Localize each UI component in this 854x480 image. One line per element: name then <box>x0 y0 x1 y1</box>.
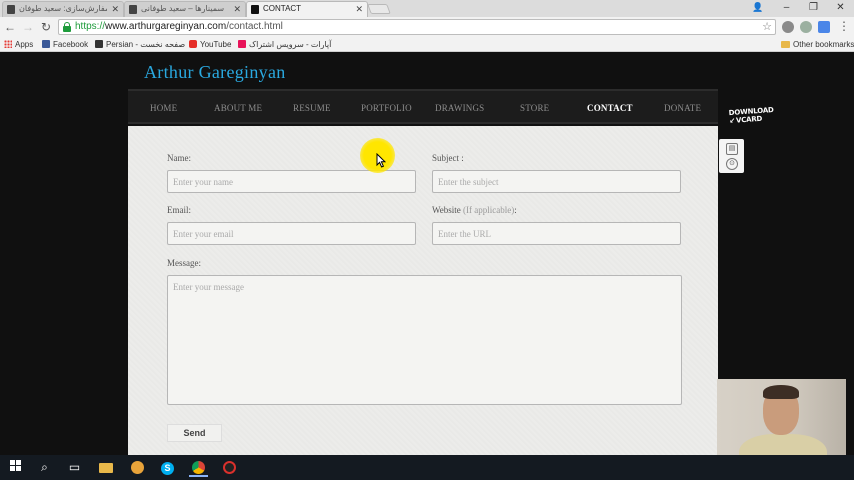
bookmark-label: Apps <box>15 40 34 49</box>
vcard-line-2: VCARD <box>735 114 763 125</box>
message-textarea[interactable] <box>167 275 682 405</box>
youtube-icon <box>189 40 197 48</box>
extension-icon[interactable] <box>800 21 812 33</box>
website-label: Website (If applicable): <box>432 205 517 215</box>
vcard-widget[interactable]: ▤ ⊙ <box>719 139 744 173</box>
email-label: Email: <box>167 205 191 215</box>
name-input[interactable] <box>167 170 416 193</box>
skype-icon[interactable]: S <box>158 458 177 477</box>
bookmark-star-icon[interactable]: ☆ <box>762 20 772 33</box>
folder-icon <box>781 41 790 48</box>
reload-icon[interactable]: ↻ <box>38 19 54 35</box>
close-icon[interactable]: ✕ <box>355 2 363 16</box>
nav-resume[interactable]: RESUME <box>293 103 331 113</box>
bookmark-label: YouTube <box>200 40 232 49</box>
bookmark-youtube[interactable]: YouTube <box>189 38 231 51</box>
nav-contact[interactable]: CONTACT <box>587 103 633 113</box>
nav-home[interactable]: HOME <box>150 103 177 113</box>
nav-donate[interactable]: DONATE <box>664 103 701 113</box>
name-label: Name: <box>167 153 191 163</box>
bookmark-apps[interactable]: Apps <box>4 38 33 51</box>
close-icon[interactable]: ✕ <box>233 2 241 16</box>
page-favicon-icon <box>251 5 259 14</box>
url-text[interactable]: https://www.arthurgareginyan.com/contact… <box>75 21 283 33</box>
restore-icon[interactable]: ❐ <box>800 0 827 17</box>
website-label-note: (If applicable) <box>463 205 515 215</box>
vcard-download-icon[interactable]: ▤ <box>726 143 738 155</box>
lock-icon <box>63 22 71 32</box>
url-path: /contact.html <box>226 21 283 32</box>
tab-3-active[interactable]: CONTACT ✕ <box>246 1 368 17</box>
address-bar[interactable]: https://www.arthurgareginyan.com/contact… <box>58 19 776 35</box>
tab-title: سفارش‌سازی: سعید طوفان <box>19 4 107 13</box>
close-icon[interactable]: ✕ <box>111 2 119 16</box>
subject-label: Subject : <box>432 153 464 163</box>
nav-drawings[interactable]: DRAWINGS <box>435 103 484 113</box>
web-page: Arthur Gareginyan HOME ABOUT ME RESUME P… <box>0 52 854 455</box>
site-icon <box>95 40 103 48</box>
page-favicon-icon <box>129 5 137 14</box>
forward-arrow-icon[interactable]: → <box>20 19 36 35</box>
tab-strip: سفارش‌سازی: سعید طوفان ✕ سمینارها – سعید… <box>0 0 854 17</box>
file-explorer-icon[interactable] <box>96 458 115 477</box>
site-title[interactable]: Arthur Gareginyan <box>144 62 286 83</box>
bookmark-label: Persian - صفحه نخست <box>106 40 186 49</box>
new-tab-button[interactable] <box>367 4 391 14</box>
bookmark-label: Other bookmarks <box>793 40 854 49</box>
url-scheme: https:// <box>75 21 106 32</box>
aparat-icon <box>238 40 246 48</box>
profile-icon[interactable]: 👤 <box>752 2 764 14</box>
website-label-text: Website <box>432 205 461 215</box>
facebook-icon <box>42 40 50 48</box>
nav-store[interactable]: STORE <box>520 103 549 113</box>
page-favicon-icon <box>7 5 15 14</box>
webcam-person-hair <box>763 385 799 399</box>
download-vcard-link[interactable]: DOWNLOAD ↙VCARD <box>729 105 790 125</box>
search-icon[interactable]: ⌕ <box>35 458 54 477</box>
send-button[interactable]: Send <box>167 424 222 442</box>
minimize-icon[interactable]: – <box>773 0 800 17</box>
windows-taskbar: ⌕ ▭ S <box>0 455 854 480</box>
tab-2[interactable]: سمینارها – سعید طوفانی ✕ <box>124 1 246 17</box>
chrome-icon[interactable] <box>189 458 208 477</box>
webcam-overlay <box>717 379 846 455</box>
contact-form: Name: Subject : Email: Website (If appli… <box>128 126 718 455</box>
url-host: www.arthurgareginyan.com <box>105 21 227 32</box>
subject-input[interactable] <box>432 170 681 193</box>
bookmark-label: Facebook <box>53 40 89 49</box>
tab-title: CONTACT <box>263 4 302 13</box>
arrow-icon: ↙ <box>729 116 736 126</box>
webcam-person-shirt <box>739 434 827 455</box>
back-arrow-icon[interactable]: ← <box>2 19 18 35</box>
window-close-icon[interactable]: ✕ <box>827 0 854 17</box>
browser-toolbar: ← → ↻ https://www.arthurgareginyan.com/c… <box>0 17 854 37</box>
main-nav: HOME ABOUT ME RESUME PORTFOLIO DRAWINGS … <box>128 89 718 124</box>
mouse-cursor-icon <box>376 153 386 168</box>
email-input[interactable] <box>167 222 416 245</box>
bookmark-aparat[interactable]: آپارات - سرویس اشتراک <box>238 38 331 51</box>
chrome-menu-icon[interactable]: ⋮ <box>838 19 850 33</box>
tab-1[interactable]: سفارش‌سازی: سعید طوفان ✕ <box>2 1 124 17</box>
bookmarks-bar: Apps Facebook Persian - صفحه نخست YouTub… <box>0 37 854 52</box>
task-view-icon[interactable]: ▭ <box>65 458 84 477</box>
nav-portfolio[interactable]: PORTFOLIO <box>361 103 412 113</box>
website-input[interactable] <box>432 222 681 245</box>
screen-recorder-icon[interactable] <box>220 458 239 477</box>
apps-grid-icon <box>4 40 12 48</box>
website-label-suffix: : <box>514 205 517 215</box>
tab-title: سمینارها – سعید طوفانی <box>141 4 225 13</box>
chrome-canary-icon[interactable] <box>128 458 147 477</box>
windows-start-icon[interactable] <box>6 458 25 477</box>
extension-icon[interactable] <box>782 21 794 33</box>
bookmark-other[interactable]: Other bookmarks <box>781 38 854 51</box>
bookmark-persian[interactable]: Persian - صفحه نخست <box>95 38 185 51</box>
bookmark-facebook[interactable]: Facebook <box>42 38 88 51</box>
nav-about-me[interactable]: ABOUT ME <box>214 103 262 113</box>
qr-scan-icon[interactable]: ⊙ <box>726 158 738 170</box>
translate-extension-icon[interactable] <box>818 21 830 33</box>
bookmark-label: آپارات - سرویس اشتراک <box>249 40 332 49</box>
message-label: Message: <box>167 258 201 268</box>
